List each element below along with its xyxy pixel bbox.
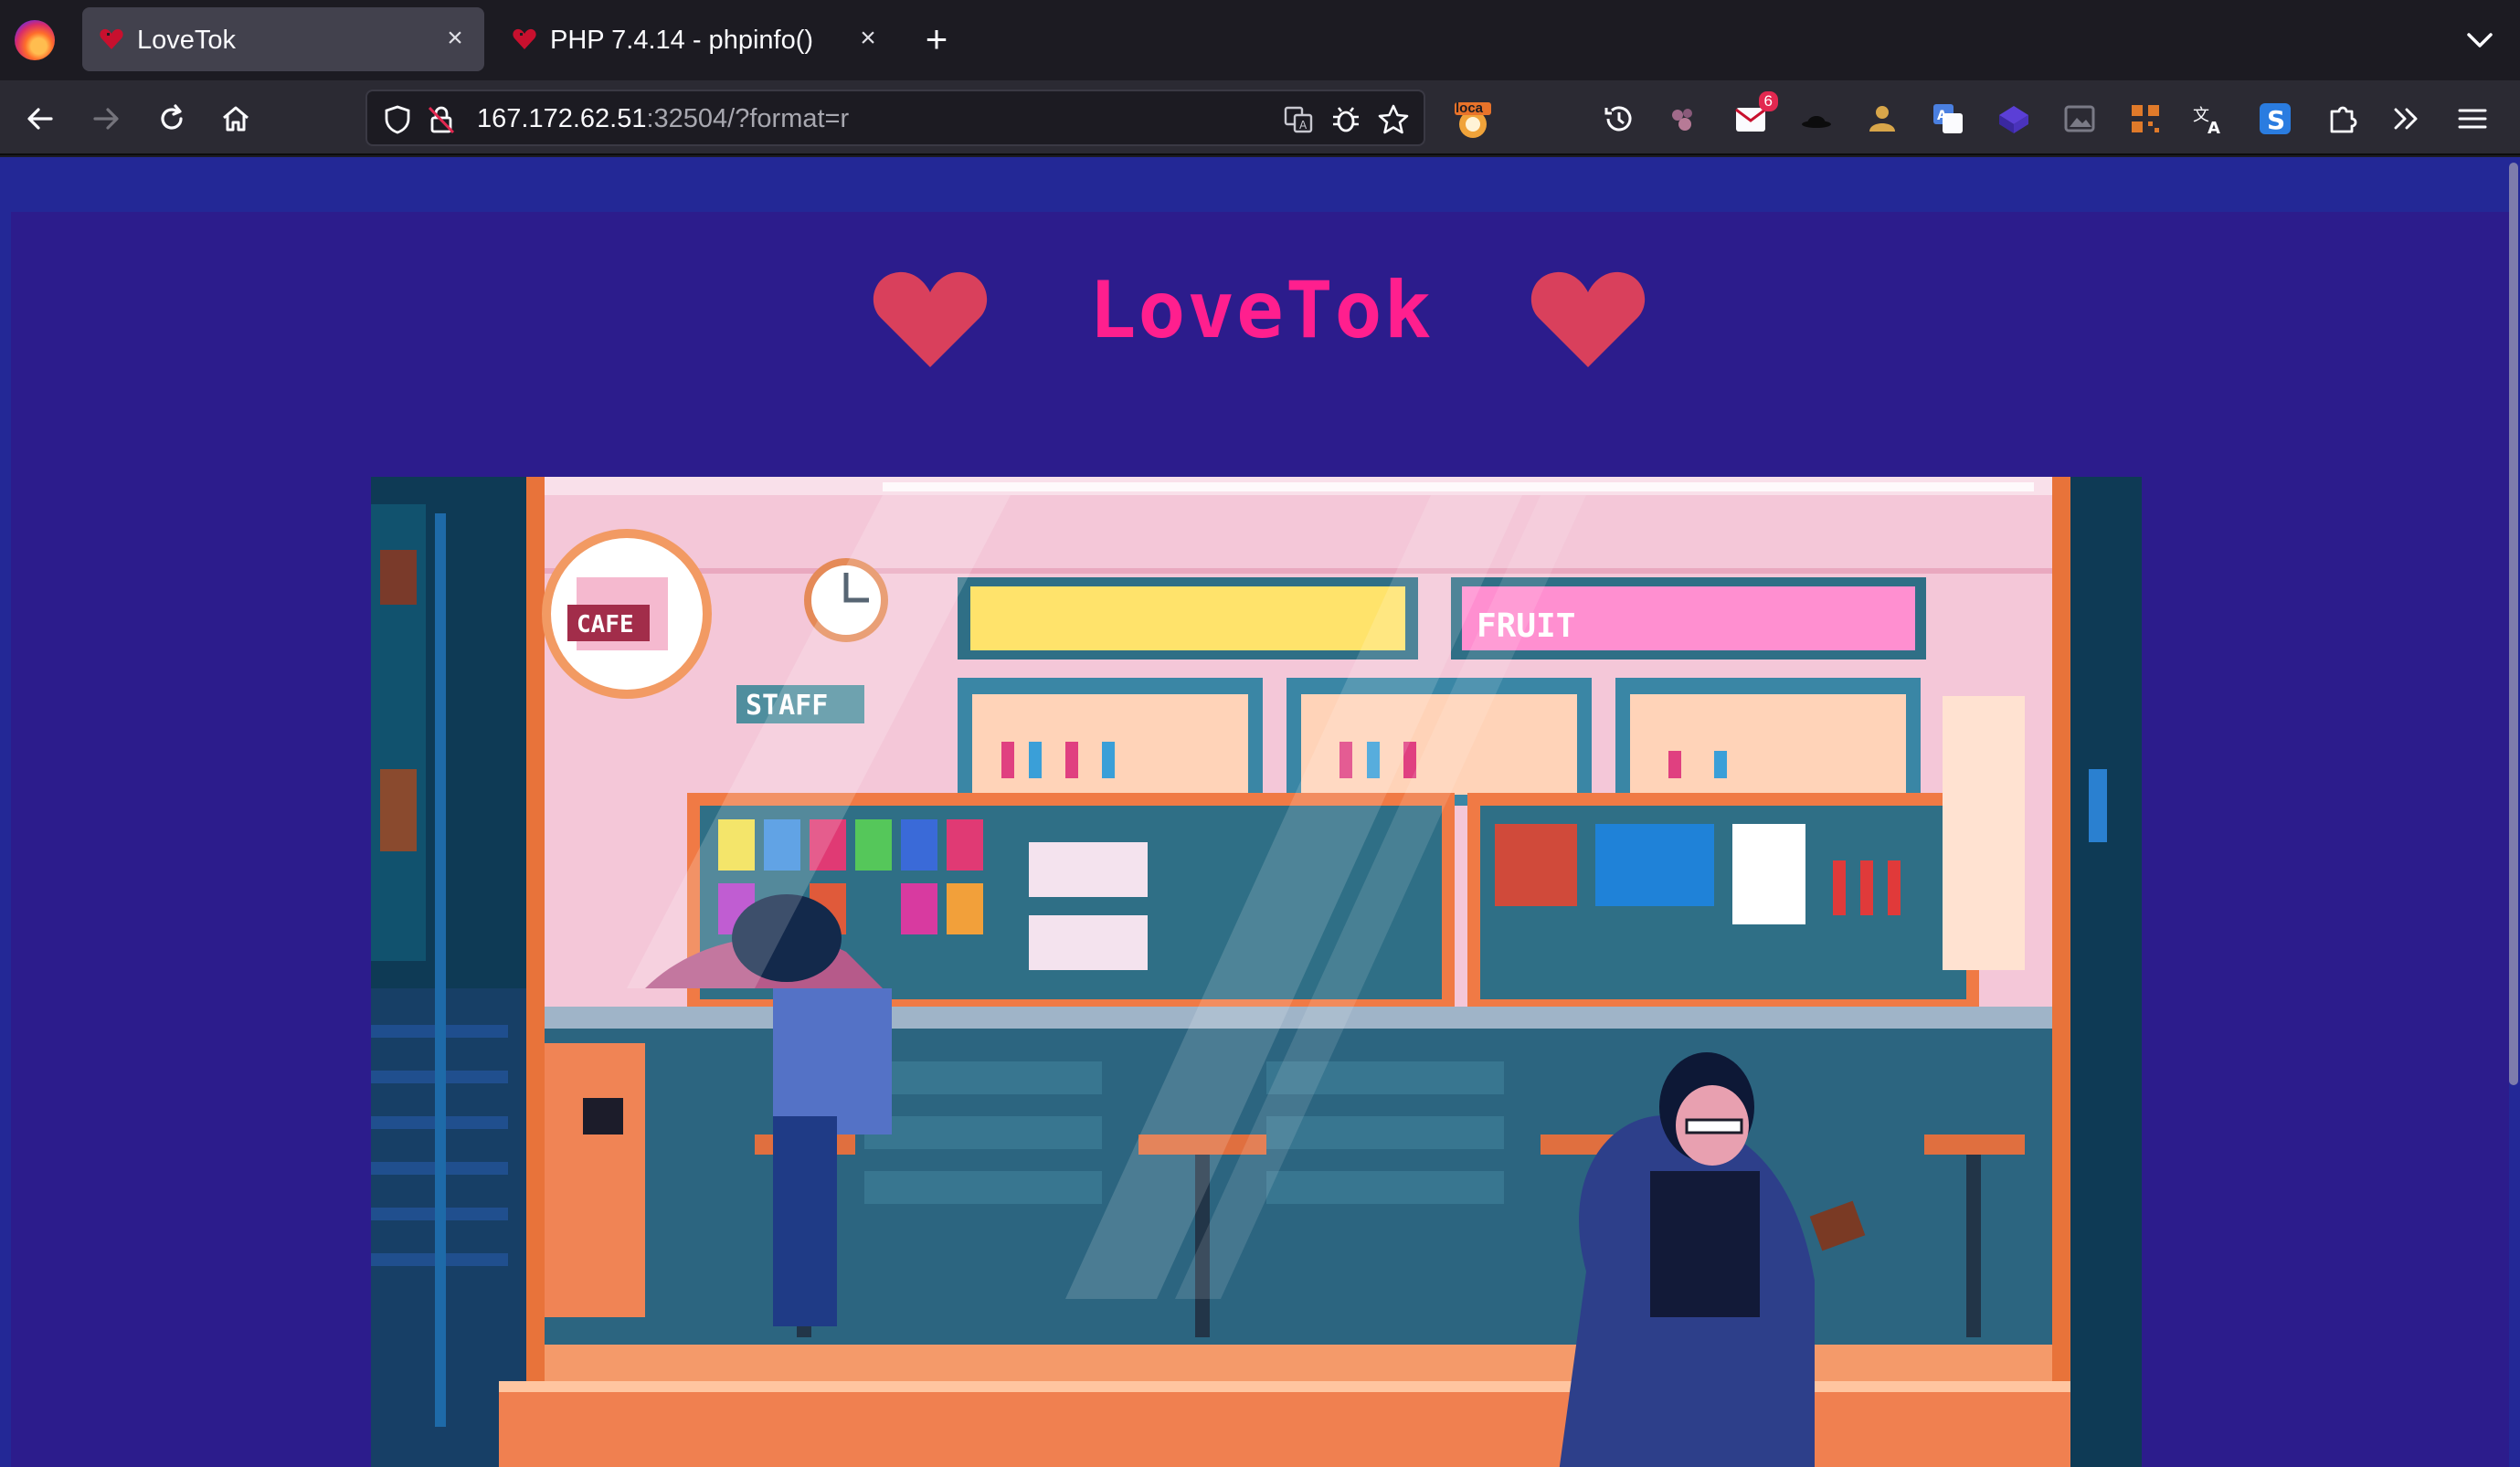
firefox-menu-icon[interactable] — [15, 20, 55, 60]
url-bar[interactable]: 167.172.62.51:32504/?format=r A — [365, 90, 1425, 146]
url-text[interactable]: 167.172.62.51:32504/?format=r — [477, 104, 849, 134]
svg-text:CAFE: CAFE — [577, 611, 634, 639]
page-content: LoveTok CAFE STAFF FRUIT — [0, 157, 2520, 1467]
tab-phpinfo[interactable]: PHP 7.4.14 - phpinfo() × — [495, 7, 897, 71]
qr-extension-icon[interactable] — [2127, 100, 2164, 137]
new-tab-button[interactable]: + — [914, 16, 959, 65]
locale-extension-icon[interactable]: loca — [1453, 100, 1493, 138]
hamburger-menu-icon[interactable] — [2454, 100, 2491, 137]
back-arrow-icon — [27, 108, 53, 130]
notification-badge: 6 — [1758, 91, 1778, 111]
hero-illustration: CAFE STAFF FRUIT — [371, 477, 2142, 1467]
reload-button[interactable] — [148, 95, 196, 142]
heart-favicon-icon — [513, 28, 536, 49]
heart-left-icon — [873, 271, 988, 367]
forward-arrow-icon — [93, 108, 119, 130]
language-icon[interactable]: 文A — [2191, 100, 2228, 137]
tab-title: PHP 7.4.14 - phpinfo() — [550, 26, 814, 55]
cookie-extension-icon[interactable] — [1665, 100, 1701, 137]
shield-icon[interactable] — [380, 102, 415, 137]
bookmark-star-icon[interactable] — [1376, 102, 1411, 137]
close-tab-icon[interactable]: × — [437, 20, 473, 57]
svg-text:A: A — [2208, 119, 2220, 137]
page-title: LoveTok — [1088, 265, 1434, 356]
s-extension-icon[interactable]: S — [2257, 100, 2293, 137]
svg-text:A: A — [1937, 109, 1947, 123]
svg-text:A: A — [1299, 119, 1308, 132]
home-icon — [223, 106, 249, 132]
wappalyzer-extension-icon[interactable] — [1864, 100, 1901, 137]
home-button[interactable] — [212, 95, 259, 142]
bug-icon[interactable] — [1329, 102, 1363, 137]
insecure-lock-icon[interactable] — [424, 102, 459, 137]
page-scrollbar[interactable] — [2509, 163, 2518, 1085]
url-path: :32504/?format=r — [646, 104, 850, 133]
mail-extension-icon[interactable]: 6 — [1732, 91, 1778, 137]
close-tab-icon[interactable]: × — [850, 20, 886, 57]
translate-page-icon[interactable]: A — [1281, 102, 1316, 137]
forward-button[interactable] — [82, 95, 130, 142]
image-extension-icon[interactable] — [2061, 100, 2098, 137]
back-button[interactable] — [16, 95, 64, 142]
hat-extension-icon[interactable] — [1798, 100, 1835, 137]
heart-right-icon — [1530, 271, 1646, 367]
tab-lovetok[interactable]: LoveTok × — [82, 7, 484, 71]
navigation-toolbar: 167.172.62.51:32504/?format=r A loca 6 A… — [0, 80, 2520, 155]
list-all-tabs-icon[interactable] — [2460, 20, 2500, 60]
extensions-puzzle-icon[interactable] — [2324, 100, 2361, 137]
overflow-chevrons-icon[interactable] — [2388, 100, 2425, 137]
heart-favicon-icon — [100, 28, 123, 49]
tab-strip: LoveTok × PHP 7.4.14 - phpinfo() × + — [0, 0, 2520, 80]
extension-label: loca — [1456, 100, 1484, 116]
url-host: 167.172.62.51 — [477, 104, 647, 133]
translator-extension-icon[interactable]: A — [1930, 100, 1966, 137]
tab-title: LoveTok — [137, 26, 237, 55]
reload-icon — [161, 104, 183, 130]
convenience-store-pixel-art: CAFE STAFF FRUIT — [371, 477, 2142, 1467]
cube-extension-icon[interactable] — [1996, 100, 2032, 137]
svg-text:S: S — [2267, 105, 2285, 135]
history-icon[interactable] — [1601, 100, 1637, 137]
